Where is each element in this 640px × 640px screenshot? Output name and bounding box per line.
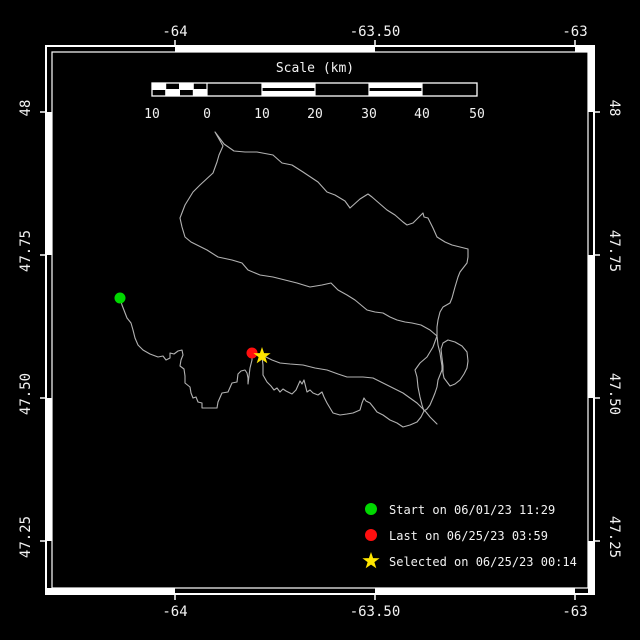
scale-tick-label: 0: [203, 107, 211, 122]
scale-tick-label: 10: [254, 107, 270, 122]
track-segment: [415, 336, 437, 411]
checker-cell: [193, 90, 207, 97]
left-axis-label: 48: [18, 100, 34, 117]
left-axis-label: 47.75: [18, 230, 34, 272]
left-axis-label: 47.50: [18, 373, 34, 415]
legend-start-label: Start on 06/01/23 11:29: [389, 503, 555, 517]
frame-band: [47, 398, 52, 541]
top-axis-label: -64: [162, 24, 187, 40]
legend-start-dot: [365, 503, 377, 515]
legend: Start on 06/01/23 11:29 Last on 06/25/23…: [362, 503, 576, 569]
start-marker: [115, 293, 126, 304]
checker-cell: [166, 90, 180, 97]
frame-band: [588, 541, 593, 594]
frame-band: [588, 255, 593, 398]
legend-last-dot: [365, 529, 377, 541]
last-dot: [247, 348, 258, 359]
map-canvas: -64 -63.50 -63 -64 -63.50 -63 48 47.75 4…: [0, 0, 640, 640]
track-segment: [262, 357, 442, 427]
scale-tick-label: 30: [361, 107, 377, 122]
right-axis-label: 47.25: [606, 516, 622, 558]
track-segment: [120, 298, 252, 408]
top-axis-label: -63: [562, 24, 587, 40]
bottom-axis-label: -64: [162, 604, 187, 620]
frame-band: [175, 47, 375, 52]
right-axis-label: 47.75: [606, 230, 622, 272]
scale-tick-label: 20: [307, 107, 323, 122]
track-segment: [180, 132, 468, 336]
bottom-axis-label: -63.50: [350, 604, 401, 620]
last-marker: [247, 348, 258, 359]
start-dot: [115, 293, 126, 304]
trajectory-map: -64 -63.50 -63 -64 -63.50 -63 48 47.75 4…: [0, 0, 640, 640]
right-axis-label: 47.50: [606, 373, 622, 415]
checker-cell: [180, 83, 194, 90]
scale-tick-label: 40: [414, 107, 430, 122]
bottom-axis-label: -63: [562, 604, 587, 620]
legend-selected-label: Selected on 06/25/23 00:14: [389, 555, 577, 569]
scale-tick-label: 10: [144, 107, 160, 122]
frame-band: [588, 46, 593, 112]
right-axis-label: 48: [606, 100, 622, 117]
checker-cell: [152, 83, 166, 90]
track-segment: [180, 218, 437, 336]
legend-selected-star: [362, 552, 379, 568]
frame-band: [375, 588, 575, 593]
scale-segment-stripe: [369, 84, 422, 89]
scale-bar: Scale (km) 10 0 10 20 30 40 50: [144, 61, 485, 122]
legend-selected-star-wrap: [362, 552, 379, 568]
track-lines: [120, 132, 468, 427]
frame-band: [46, 588, 175, 593]
legend-last-label: Last on 06/25/23 03:59: [389, 529, 548, 543]
scale-segment-stripe: [262, 84, 315, 89]
top-axis-label: -63.50: [350, 24, 401, 40]
frame-band: [47, 112, 52, 255]
scale-segment-stripe: [369, 91, 422, 96]
scale-segment-stripe: [262, 91, 315, 96]
scale-bar-title: Scale (km): [276, 61, 354, 76]
track-segment: [437, 336, 468, 386]
track-markers: [115, 293, 271, 364]
left-axis-label: 47.25: [18, 516, 34, 558]
scale-tick-label: 50: [469, 107, 485, 122]
